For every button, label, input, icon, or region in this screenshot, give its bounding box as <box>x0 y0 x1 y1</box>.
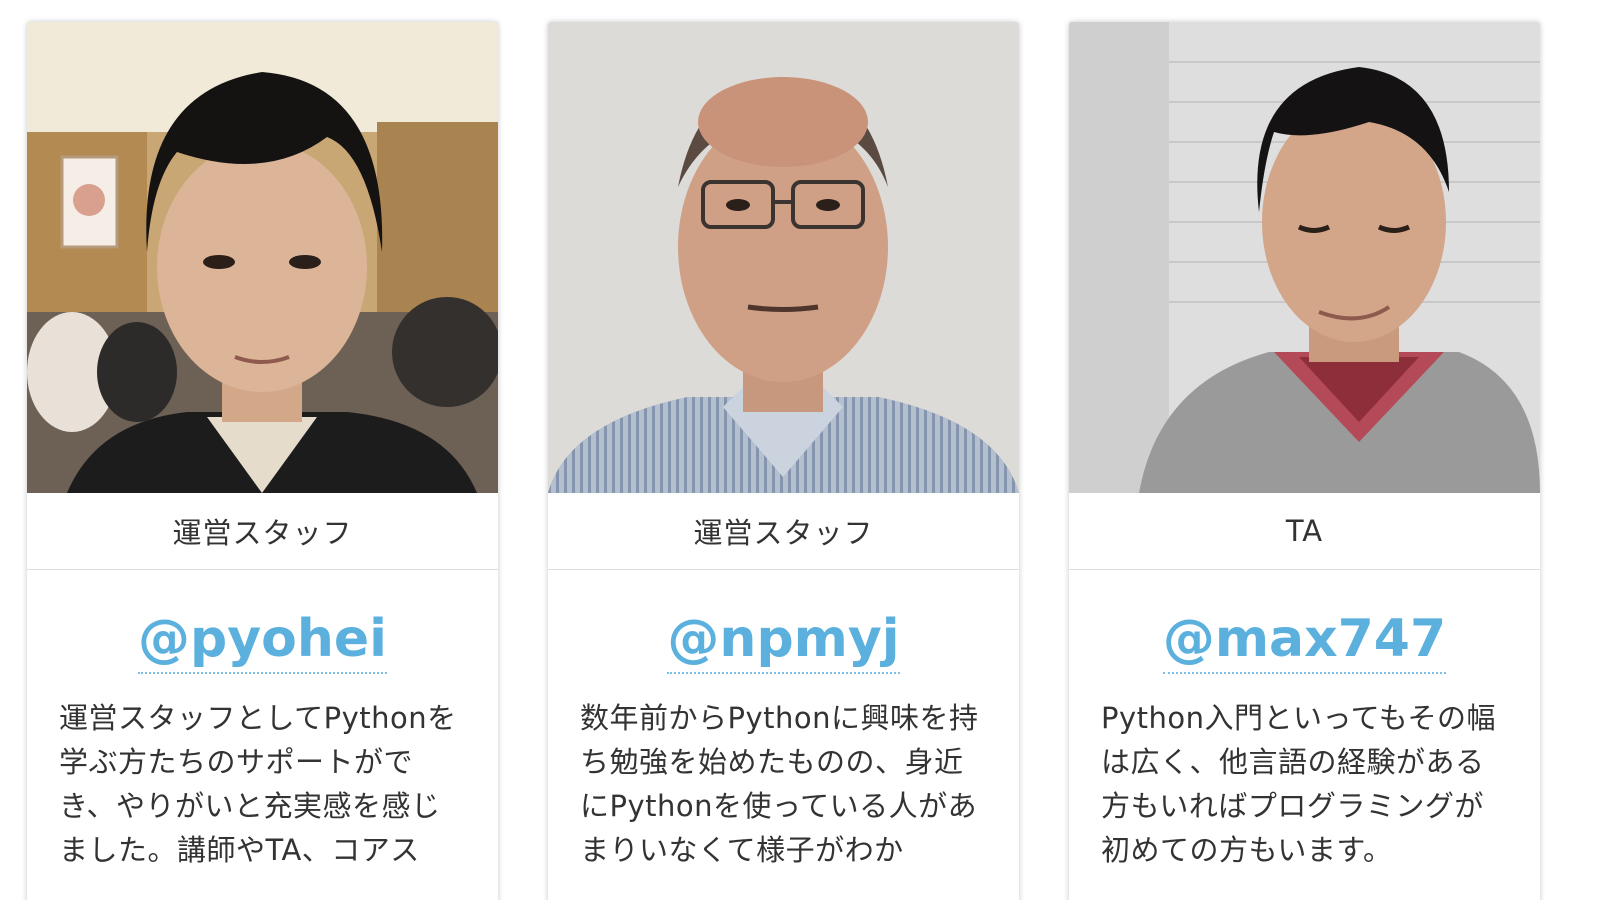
member-body: @npmyj 数年前からPythonに興味を持ち勉強を始めたものの、身近にPyt… <box>548 570 1019 872</box>
member-role: TA <box>1069 493 1540 570</box>
member-description: 数年前からPythonに興味を持ち勉強を始めたものの、身近にPythonを使って… <box>580 701 979 867</box>
member-role: 運営スタッフ <box>27 493 498 570</box>
member-body: @max747 Python入門といってもその幅は広く、他言語の経験がある方もい… <box>1069 570 1540 872</box>
member-role: 運営スタッフ <box>548 493 1019 570</box>
member-handle-link[interactable]: @max747 <box>1162 608 1447 674</box>
member-photo <box>27 22 498 493</box>
member-handle-link[interactable]: @npmyj <box>667 608 900 674</box>
member-card: 運営スタッフ @pyohei 運営スタッフとしてPythonを学ぶ方たちのサポー… <box>27 22 498 900</box>
member-card: 運営スタッフ @npmyj 数年前からPythonに興味を持ち勉強を始めたものの… <box>548 22 1019 900</box>
member-card-grid: 運営スタッフ @pyohei 運営スタッフとしてPythonを学ぶ方たちのサポー… <box>0 0 1606 900</box>
member-body: @pyohei 運営スタッフとしてPythonを学ぶ方たちのサポートができ、やり… <box>27 570 498 872</box>
member-description: 運営スタッフとしてPythonを学ぶ方たちのサポートができ、やりがいと充実感を感… <box>59 701 457 867</box>
member-photo <box>1069 22 1540 493</box>
member-handle-link[interactable]: @pyohei <box>138 608 387 674</box>
member-card: TA @max747 Python入門といってもその幅は広く、他言語の経験がある… <box>1069 22 1540 900</box>
member-photo <box>548 22 1019 493</box>
member-description: Python入門といってもその幅は広く、他言語の経験がある方もいればプログラミン… <box>1101 701 1497 867</box>
